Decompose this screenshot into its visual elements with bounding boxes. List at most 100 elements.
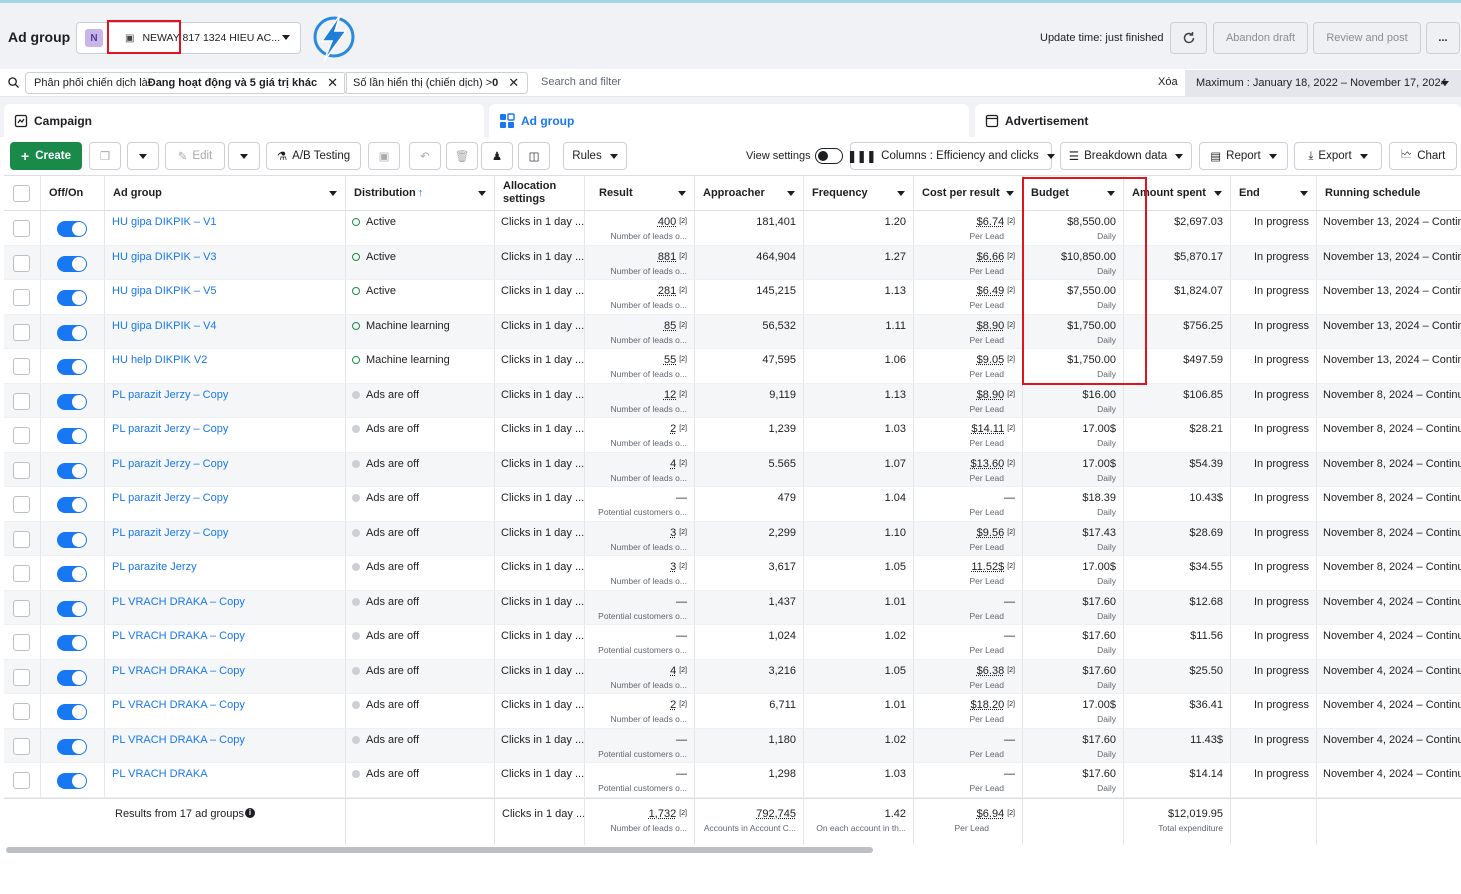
table-row[interactable]: PL parazite Jerzy Ads are off Clicks in 1 … [4, 556, 1461, 591]
delete-button[interactable]: 🗑 [446, 142, 478, 170]
row-checkbox[interactable] [13, 220, 30, 237]
table-row[interactable]: PL parazit Jerzy – Copy Ads are off Clicks… [4, 452, 1461, 487]
row-checkbox[interactable] [13, 496, 30, 513]
breakdown-button[interactable]: ☰ Breakdown data [1060, 142, 1192, 170]
row-checkbox[interactable] [13, 565, 30, 582]
row-checkbox[interactable] [13, 772, 30, 789]
row-checkbox[interactable] [13, 289, 30, 306]
preview-button[interactable]: ◫ [518, 142, 550, 170]
budget-value[interactable]: $7,550.00 [1067, 285, 1116, 297]
adgroup-name-link[interactable]: PL VRACH DRAKA – Copy [112, 596, 245, 608]
filter-chip-impressions[interactable]: Số lần hiển thị (chiến dịch) > 0 ✕ [344, 72, 529, 94]
account-selector[interactable]: N ▣ NEWAY 817 1324 HIEU AC... [76, 22, 301, 54]
close-icon[interactable]: ✕ [327, 75, 338, 91]
row-checkbox[interactable] [13, 703, 30, 720]
tab-advertisement[interactable]: Advertisement [975, 104, 1461, 137]
adgroup-name-link[interactable]: HU gipa DIKPIK – V3 [112, 251, 217, 263]
row-checkbox[interactable] [13, 358, 30, 375]
row-checkbox[interactable] [13, 392, 30, 410]
column-header-allocation[interactable]: Allocation settings [495, 176, 585, 210]
adgroup-name-link[interactable]: PL parazit Jerzy – Copy [112, 492, 228, 504]
onoff-toggle[interactable] [57, 462, 87, 479]
adgroup-name-link[interactable]: PL VRACH DRAKA [112, 768, 208, 780]
tab-adgroup[interactable]: Ad group [489, 104, 969, 137]
undo-button[interactable]: ↶ [409, 142, 441, 170]
column-header-running-schedule[interactable]: Running schedule [1317, 176, 1461, 210]
onoff-toggle[interactable] [57, 221, 87, 237]
table-row[interactable]: HU gipa DIKPIK – V1 Active Clicks in 1 day… [4, 211, 1461, 246]
adgroup-name-link[interactable]: PL parazit Jerzy – Copy [112, 527, 228, 539]
row-checkbox[interactable] [13, 254, 30, 272]
table-row[interactable]: PL VRACH DRAKA Ads are off Clicks in 1 day… [4, 763, 1461, 798]
create-button[interactable]: + Create [10, 142, 82, 170]
column-header-amount-spent[interactable]: Amount spent [1124, 176, 1231, 210]
table-row[interactable]: HU gipa DIKPIK – V3 Active Clicks in 1 day… [4, 245, 1461, 280]
adgroup-name-link[interactable]: PL parazit Jerzy – Copy [112, 458, 228, 470]
budget-value[interactable]: $17.60 [1082, 768, 1116, 780]
table-row[interactable]: HU gipa DIKPIK – V4 Machine learning Click… [4, 314, 1461, 349]
onoff-toggle[interactable] [57, 393, 87, 410]
row-checkbox[interactable] [13, 461, 30, 479]
onoff-toggle[interactable] [57, 669, 87, 686]
onoff-toggle[interactable] [57, 428, 87, 444]
export-button[interactable]: ⤓ Export [1294, 142, 1382, 170]
budget-value[interactable]: $17.60 [1082, 734, 1116, 746]
onoff-toggle[interactable] [57, 566, 87, 582]
review-and-post-button[interactable]: Review and post [1313, 22, 1421, 54]
archive-button[interactable]: ▣ [368, 142, 400, 170]
edit-button[interactable]: ✎ Edit [165, 142, 225, 170]
adgroup-name-link[interactable]: PL parazit Jerzy – Copy [112, 389, 228, 401]
budget-value[interactable]: $1,750.00 [1067, 320, 1116, 332]
report-button[interactable]: ▤ Report [1199, 142, 1288, 170]
column-header-onoff[interactable]: Off/On [41, 176, 105, 210]
date-range-picker[interactable]: Maximum : January 18, 2022 – November 17… [1185, 70, 1461, 96]
columns-button[interactable]: ❚❚❚ Columns : Efficiency and clicks [847, 142, 1055, 170]
row-checkbox[interactable] [13, 668, 30, 686]
table-row[interactable]: PL parazit Jerzy – Copy Ads are off Clicks… [4, 383, 1461, 418]
budget-value[interactable]: $17.60 [1082, 665, 1116, 677]
abandon-draft-button[interactable]: Abandon draft [1213, 22, 1308, 54]
adgroup-name-link[interactable]: PL VRACH DRAKA – Copy [112, 699, 245, 711]
adgroup-name-link[interactable]: HU gipa DIKPIK – V5 [112, 285, 217, 297]
table-row[interactable]: PL parazit Jerzy – Copy Ads are off Clicks… [4, 487, 1461, 522]
table-row[interactable]: HU help DIKPIK V2 Machine learning Clicks … [4, 349, 1461, 384]
adgroup-name-link[interactable]: PL VRACH DRAKA – Copy [112, 630, 245, 642]
close-icon[interactable]: ✕ [508, 75, 519, 91]
info-icon[interactable]: i [245, 807, 255, 818]
table-row[interactable]: PL VRACH DRAKA – Copy Ads are off Clicks i… [4, 728, 1461, 763]
onoff-toggle[interactable] [57, 359, 87, 375]
refresh-button[interactable] [1170, 22, 1207, 54]
column-header-end[interactable]: End [1231, 176, 1317, 210]
rules-button[interactable]: Rules [563, 142, 627, 170]
select-all-checkbox[interactable] [13, 185, 30, 202]
table-row[interactable]: PL VRACH DRAKA – Copy Ads are off Clicks i… [4, 659, 1461, 694]
onoff-toggle[interactable] [57, 324, 87, 341]
column-header-frequency[interactable]: Frequency [804, 176, 914, 210]
column-header-budget[interactable]: Budget [1023, 176, 1124, 210]
table-row[interactable]: PL VRACH DRAKA – Copy Ads are off Clicks i… [4, 694, 1461, 729]
column-header-approacher[interactable]: Approacher [695, 176, 804, 210]
column-header-result[interactable]: Result [585, 176, 695, 210]
more-options-button[interactable]: ... [1426, 22, 1460, 54]
filter-chip-delivery[interactable]: Phân phối chiến dịch là Đang hoạt động v… [25, 72, 347, 94]
onoff-toggle[interactable] [57, 738, 87, 755]
budget-value[interactable]: $17.60 [1082, 630, 1116, 642]
adgroup-name-link[interactable]: PL parazit Jerzy – Copy [112, 423, 228, 435]
row-checkbox[interactable] [13, 530, 30, 548]
duplicate-menu-button[interactable] [127, 142, 159, 170]
budget-value[interactable]: 17.00$ [1082, 458, 1116, 470]
onoff-toggle[interactable] [57, 773, 87, 789]
onoff-toggle[interactable] [57, 255, 87, 272]
table-row[interactable]: HU gipa DIKPIK – V5 Active Clicks in 1 day… [4, 280, 1461, 315]
onoff-toggle[interactable] [57, 635, 87, 651]
adgroup-name-link[interactable]: HU help DIKPIK V2 [112, 354, 207, 366]
column-header-adgroup[interactable]: Ad group [105, 176, 346, 210]
onoff-toggle[interactable] [57, 531, 87, 548]
ab-testing-button[interactable]: ⚗ A/B Testing [266, 142, 361, 170]
tab-campaign[interactable]: Campaign [4, 104, 484, 137]
onoff-toggle[interactable] [57, 290, 87, 306]
budget-value[interactable]: 17.00$ [1082, 699, 1116, 711]
budget-value[interactable]: $17.60 [1082, 596, 1116, 608]
audience-button[interactable]: ♟ [481, 142, 513, 170]
adgroup-name-link[interactable]: PL parazite Jerzy [112, 561, 197, 573]
